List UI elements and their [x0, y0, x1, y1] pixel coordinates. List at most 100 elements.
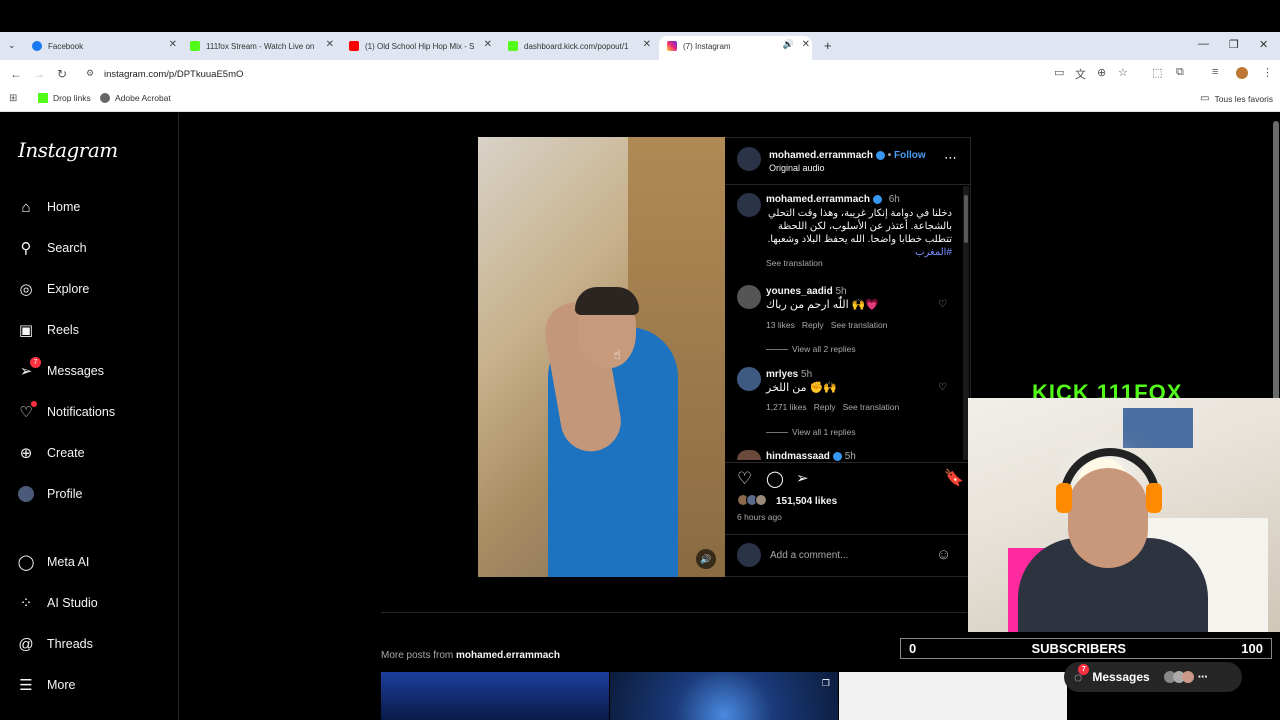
nav-ai-studio[interactable]: ⁘ AI Studio [17, 591, 98, 615]
translate-icon[interactable]: 文 [1075, 66, 1086, 82]
headset [1060, 448, 1160, 498]
sub-current: 0 [909, 641, 917, 656]
page-scrollbar-thumb[interactable] [1273, 121, 1279, 401]
puzzle-icon[interactable]: ⧉ [1176, 66, 1184, 79]
comment-user[interactable]: younes_aadid [766, 286, 833, 297]
site-info-icon[interactable]: ⚙ [86, 68, 94, 79]
post-thumbnail[interactable]: ❐ [610, 672, 838, 720]
reply-button[interactable]: Reply [814, 402, 836, 412]
nav-home[interactable]: ⌂ Home [17, 195, 80, 219]
tab-youtube[interactable]: (1) Old School Hip Hop Mix - S ✕ [349, 36, 492, 56]
nav-notifications[interactable]: ♡ Notifications [17, 400, 115, 424]
restore-icon[interactable]: ❐ [1229, 38, 1239, 51]
nav-meta-ai[interactable]: ◯ Meta AI [17, 550, 90, 574]
messages-floating-button[interactable]: ◌ 7 Messages ⋯ [1064, 662, 1242, 692]
sound-icon[interactable]: 🔊 [696, 549, 716, 569]
like-heart-icon[interactable]: ♡ [737, 469, 752, 489]
comment-likes[interactable]: 1,271 likes [766, 402, 807, 412]
comment-avatar[interactable] [737, 367, 761, 391]
more-posts-author[interactable]: mohamed.errammach [456, 650, 560, 661]
author-name[interactable]: mohamed.errammach [766, 194, 870, 205]
bookmark-label: Adobe Acrobat [115, 93, 171, 103]
youtube-icon [349, 41, 359, 51]
comment-bubble-icon[interactable]: ◯ [766, 469, 784, 489]
forward-arrow-icon[interactable]: → [33, 67, 45, 81]
see-translation-button[interactable]: See translation [831, 320, 888, 330]
save-bookmark-icon[interactable]: 🔖 [944, 468, 964, 488]
nav-create[interactable]: ⊕ Create [17, 441, 85, 465]
nav-more[interactable]: ☰ More [17, 673, 75, 697]
reload-icon[interactable]: ↻ [57, 67, 67, 81]
all-bookmarks[interactable]: ▭ Tous les favoris [1200, 93, 1273, 104]
caption-see-translation[interactable]: See translation [766, 258, 823, 268]
bookmark-drop-links[interactable]: Drop links [38, 93, 91, 103]
speaker-icon[interactable]: 🔊 [783, 39, 794, 50]
instagram-logo[interactable]: Instagram [18, 138, 118, 162]
view-replies-button[interactable]: View all 1 replies [766, 427, 856, 437]
add-comment-input[interactable]: Add a comment... [770, 550, 848, 561]
likes-count[interactable]: 151,504 likes [776, 496, 837, 507]
scrollbar-thumb[interactable] [964, 195, 968, 243]
caption-avatar[interactable] [737, 193, 761, 217]
close-icon[interactable]: ✕ [169, 39, 177, 50]
comment-user[interactable]: hindmassaad [766, 451, 830, 462]
audio-label[interactable]: Original audio [769, 163, 825, 173]
close-icon[interactable]: ✕ [484, 39, 492, 50]
tab-111fox[interactable]: 111fox Stream - Watch Live on ✕ [190, 36, 334, 56]
nav-explore[interactable]: ◎ Explore [17, 277, 89, 301]
avatar [18, 486, 34, 502]
tab-search-chevron-icon[interactable]: ⌄ [8, 40, 16, 51]
emoji-icon[interactable]: ☺ [936, 546, 951, 563]
comment-time: 5h [801, 369, 813, 380]
profile-avatar[interactable] [1236, 67, 1248, 79]
view-replies-button[interactable]: View all 2 replies [766, 344, 856, 354]
share-icon[interactable]: ➢ [796, 469, 809, 487]
close-icon[interactable]: ✕ [326, 39, 334, 50]
url-input[interactable]: instagram.com/p/DPTkuuaE5mO [104, 69, 243, 80]
extension-icon[interactable]: ⬚ [1152, 66, 1162, 79]
minimize-icon[interactable]: — [1198, 38, 1209, 50]
apps-grid-icon[interactable]: ⊞ [9, 93, 17, 104]
comment-avatar[interactable] [737, 285, 761, 309]
media-control-icon[interactable]: ≡ [1212, 66, 1218, 78]
page-scrollbar[interactable] [1272, 113, 1280, 401]
comment-like-icon[interactable]: ♡ [938, 299, 947, 310]
comment-user[interactable]: mrlyes [766, 369, 798, 380]
kick-icon [508, 41, 518, 51]
nav-reels[interactable]: ▣ Reels [17, 318, 79, 342]
post-thumbnail[interactable] [381, 672, 609, 720]
nav-search[interactable]: ⚲ Search [17, 236, 87, 260]
author-avatar[interactable] [737, 147, 761, 171]
reply-button[interactable]: Reply [802, 320, 824, 330]
see-translation-button[interactable]: See translation [843, 402, 900, 412]
cast-icon[interactable]: ▭ [1054, 66, 1064, 79]
verified-icon [875, 150, 885, 160]
comment-like-icon[interactable]: ♡ [938, 382, 947, 393]
tab-instagram[interactable]: (7) Instagram 🔊 ✕ [667, 36, 810, 56]
post-video[interactable]: 🔊 [478, 137, 725, 577]
post-author-header[interactable]: mohamed.errammach • Follow [769, 150, 926, 161]
bookmark-adobe-acrobat[interactable]: Adobe Acrobat [100, 93, 171, 103]
menu-dots-icon[interactable]: ⋮ [1262, 66, 1273, 79]
comment-likes[interactable]: 13 likes [766, 320, 795, 330]
close-icon[interactable]: ✕ [643, 39, 651, 50]
new-tab-plus-icon[interactable]: + [824, 38, 832, 53]
tab-kick-dashboard[interactable]: dashboard.kick.com/popout/1 ✕ [508, 36, 651, 56]
close-icon[interactable]: ✕ [802, 39, 810, 50]
nav-profile[interactable]: Profile [17, 482, 82, 506]
back-arrow-icon[interactable]: ← [10, 67, 22, 81]
tab-facebook[interactable]: Facebook ✕ [32, 36, 177, 56]
post-thumbnail[interactable] [839, 672, 1067, 720]
more-options-icon[interactable]: ⋯ [944, 150, 957, 166]
nav-messages[interactable]: ➢ 7 Messages [17, 357, 104, 383]
window-close-icon[interactable]: ✕ [1259, 38, 1268, 51]
messenger-icon: ◌ 7 [1074, 664, 1090, 685]
comment-avatar[interactable] [737, 450, 761, 460]
follow-button[interactable]: Follow [894, 150, 926, 161]
nav-label: Meta AI [47, 555, 90, 569]
caption-hashtag[interactable]: #المغرب [915, 247, 952, 258]
zoom-icon[interactable]: ⊕ [1097, 66, 1106, 79]
meta-ai-icon: ◯ [17, 554, 35, 571]
nav-threads[interactable]: @ Threads [17, 632, 92, 656]
bookmark-star-icon[interactable]: ☆ [1118, 66, 1128, 79]
